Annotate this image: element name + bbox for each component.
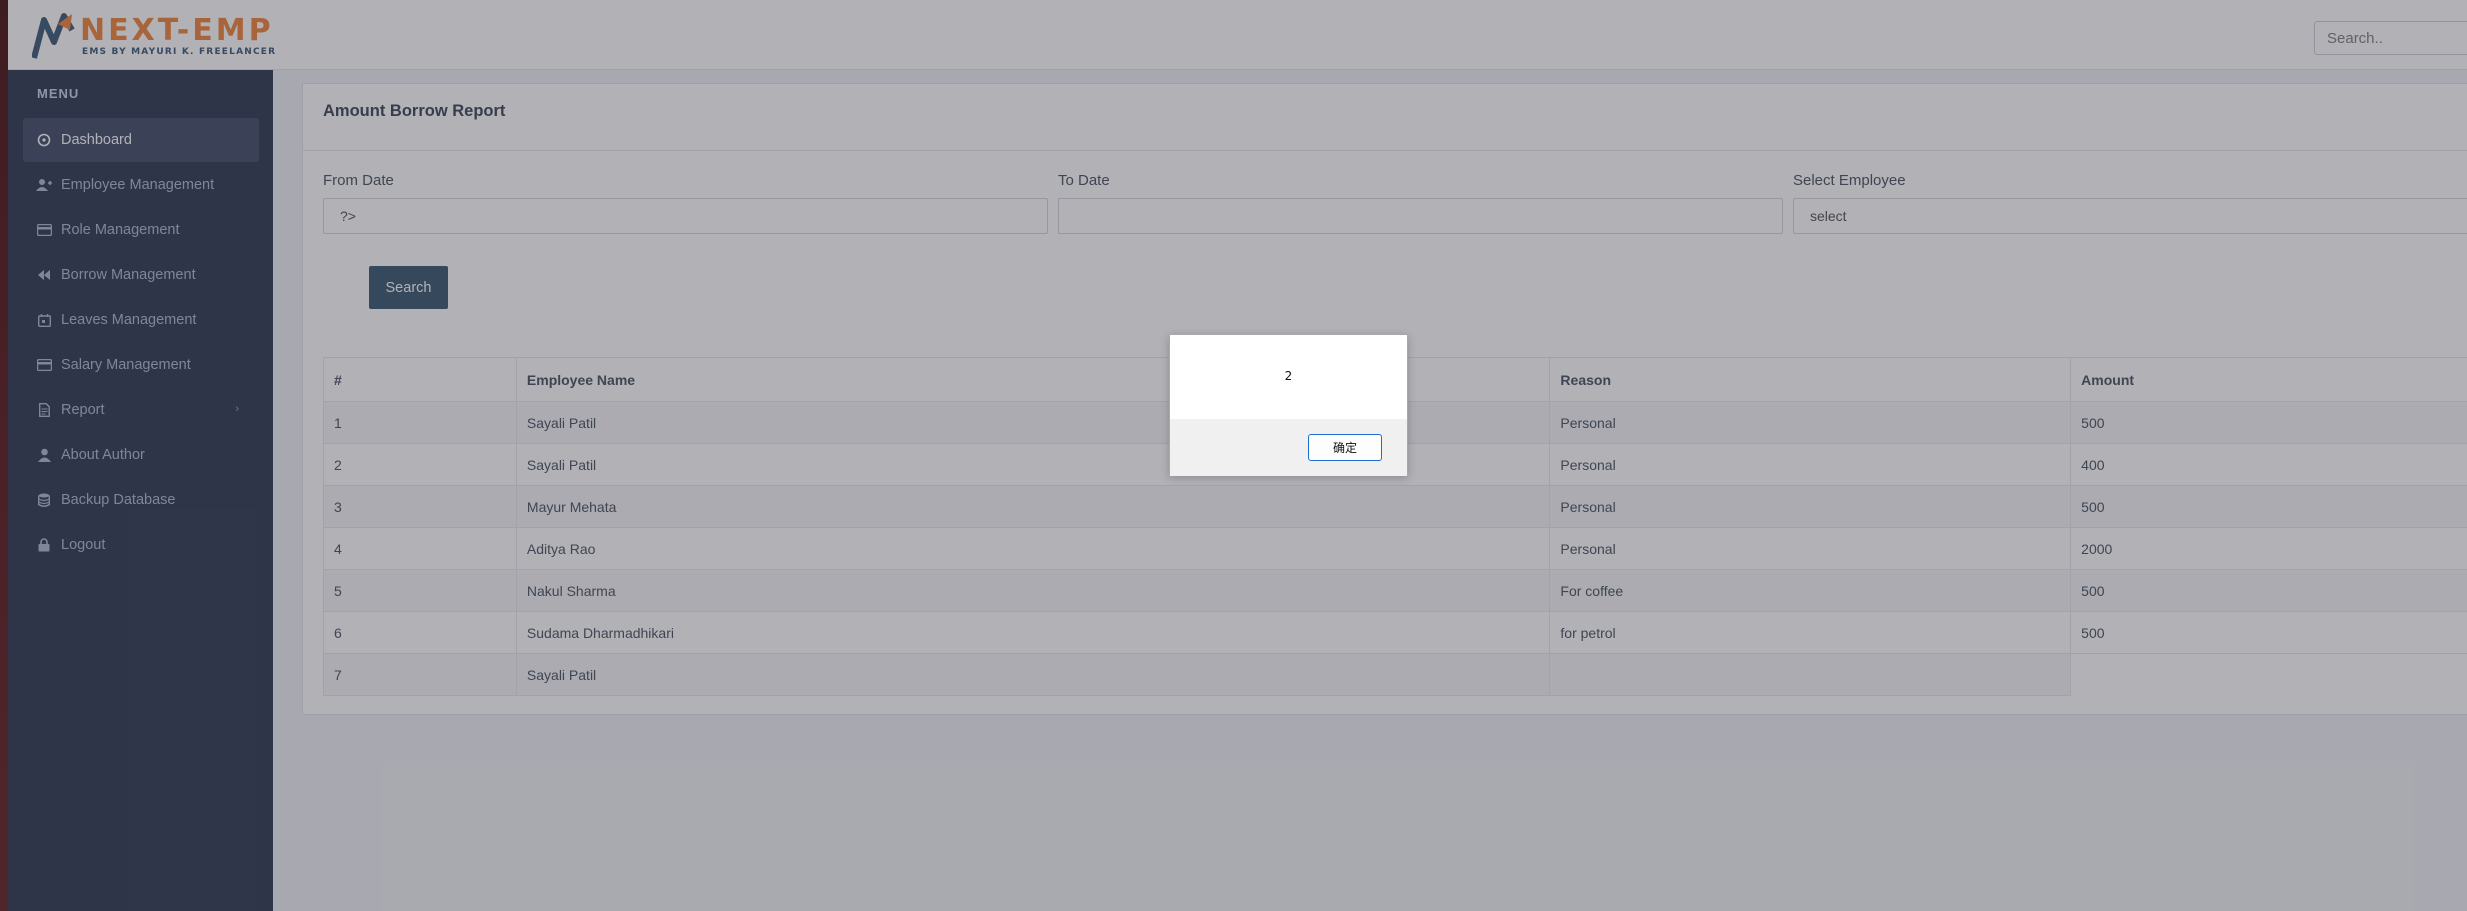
alert-message: 2 (1284, 369, 1293, 383)
ok-button[interactable]: 确定 (1308, 434, 1382, 461)
alert-footer: 确定 (1170, 419, 1407, 476)
alert-dialog: 2 确定 (1169, 334, 1408, 476)
